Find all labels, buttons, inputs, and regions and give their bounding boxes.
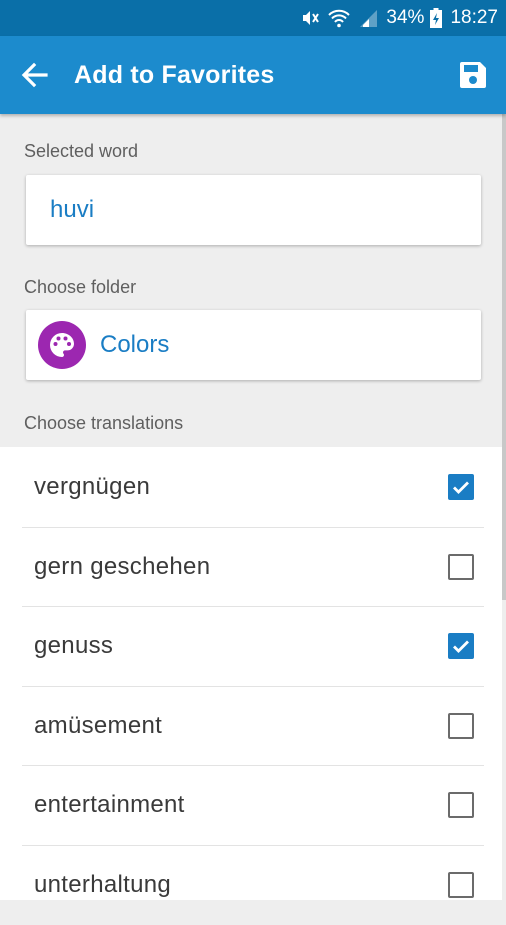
- selected-word-field[interactable]: huvi: [26, 175, 481, 245]
- translations-list: vergnügen gern geschehen genuss amüsemen…: [0, 447, 502, 900]
- signal-icon: [358, 8, 378, 28]
- translation-item[interactable]: gern geschehen: [0, 527, 502, 607]
- translation-item[interactable]: genuss: [0, 606, 502, 686]
- translation-checkbox-checked[interactable]: [448, 633, 474, 659]
- translation-label: gern geschehen: [34, 553, 211, 580]
- check-icon: [453, 640, 469, 653]
- wifi-icon: [328, 8, 351, 28]
- folder-name: Colors: [100, 331, 170, 358]
- translation-checkbox-checked[interactable]: [448, 474, 474, 500]
- translation-checkbox-unchecked[interactable]: [448, 713, 474, 739]
- check-icon: [453, 481, 469, 494]
- translation-item[interactable]: unterhaltung: [0, 845, 502, 925]
- palette-icon: [38, 321, 86, 369]
- translation-item[interactable]: vergnügen: [0, 447, 502, 527]
- choose-translations-label: Choose translations: [24, 413, 184, 433]
- scrollbar[interactable]: [502, 114, 506, 600]
- status-bar: 34% 18:27: [0, 0, 506, 36]
- floppy-disk-icon[interactable]: [458, 60, 488, 90]
- translation-item[interactable]: amüsement: [0, 686, 502, 766]
- clock: 18:27: [450, 7, 498, 28]
- folder-selector[interactable]: Colors: [26, 310, 481, 380]
- translation-item[interactable]: entertainment: [0, 765, 502, 845]
- translation-label: genuss: [34, 632, 114, 659]
- selected-word-label: Selected word: [24, 141, 139, 161]
- translation-checkbox-unchecked[interactable]: [448, 872, 474, 898]
- arrow-left-icon[interactable]: [18, 60, 52, 90]
- translation-label: amüsement: [34, 712, 163, 739]
- battery-charging-icon: [430, 8, 443, 28]
- battery-percent: 34%: [386, 7, 425, 28]
- mute-icon: [300, 8, 320, 28]
- translation-checkbox-unchecked[interactable]: [448, 554, 474, 580]
- translation-label: unterhaltung: [34, 871, 172, 898]
- choose-folder-label: Choose folder: [24, 277, 137, 297]
- translation-checkbox-unchecked[interactable]: [448, 792, 474, 818]
- translation-label: vergnügen: [34, 473, 151, 500]
- selected-word-value: huvi: [50, 196, 95, 223]
- translation-label: entertainment: [34, 791, 185, 818]
- page-title: Add to Favorites: [74, 61, 275, 89]
- app-bar: Add to Favorites: [0, 36, 506, 114]
